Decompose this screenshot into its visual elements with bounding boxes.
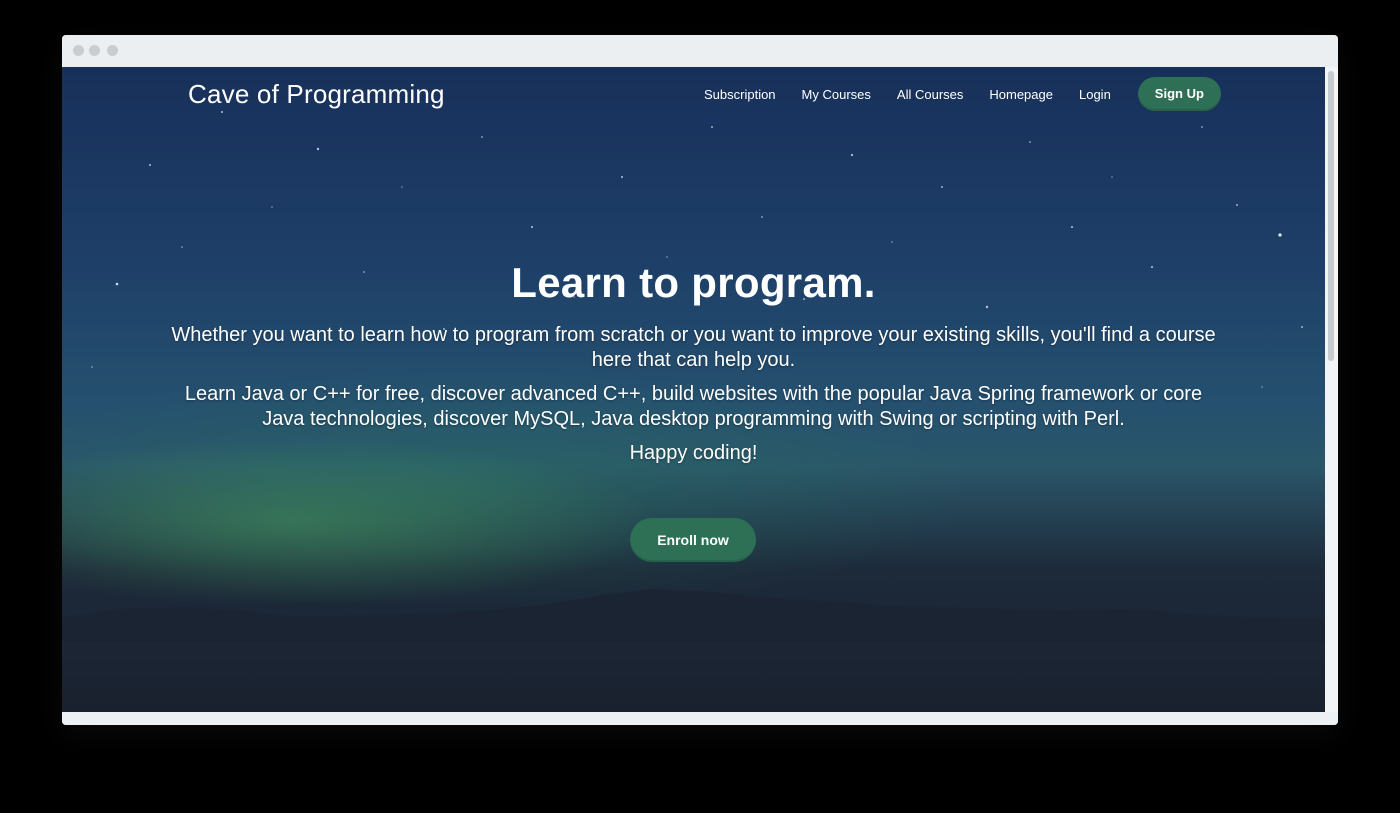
hero-courses-paragraph: Learn Java or C++ for free, discover adv… <box>184 383 1203 430</box>
enroll-now-button[interactable]: Enroll now <box>630 518 756 562</box>
window-titlebar <box>62 35 1338 67</box>
hero-title: Learn to program. <box>511 259 876 306</box>
nav-subscription[interactable]: Subscription <box>704 87 776 102</box>
nav-all-courses[interactable]: All Courses <box>897 87 963 102</box>
nav-homepage[interactable]: Homepage <box>989 87 1053 102</box>
window-bottom-edge <box>62 712 1338 725</box>
vertical-scrollbar[interactable] <box>1325 67 1338 712</box>
scrollbar-thumb[interactable] <box>1328 71 1334 361</box>
main-navigation: Subscription My Courses All Courses Home… <box>704 77 1221 111</box>
mountain-silhouette <box>62 589 1325 647</box>
hero-section: Learn to program. Whether you want to le… <box>162 259 1225 466</box>
page-viewport: Cave of Programming Subscription My Cour… <box>62 67 1325 712</box>
hero-intro-paragraph: Whether you want to learn how to program… <box>171 324 1216 371</box>
browser-window: Cave of Programming Subscription My Cour… <box>62 35 1338 725</box>
sign-up-button[interactable]: Sign Up <box>1137 77 1221 111</box>
window-close-dot[interactable] <box>73 45 84 56</box>
window-minimize-dot[interactable] <box>89 45 100 56</box>
nav-login[interactable]: Login <box>1079 87 1111 102</box>
site-brand-logo[interactable]: Cave of Programming <box>188 79 445 110</box>
hero-tagline: Happy coding! <box>629 442 758 464</box>
lake-reflection <box>62 642 1325 712</box>
nav-my-courses[interactable]: My Courses <box>802 87 871 102</box>
window-zoom-dot[interactable] <box>107 45 118 56</box>
